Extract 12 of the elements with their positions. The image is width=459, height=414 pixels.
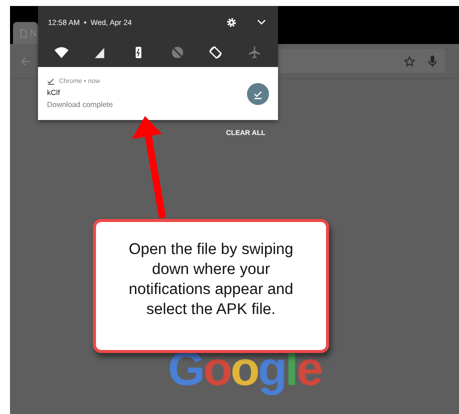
settings-icon[interactable]	[226, 16, 237, 28]
page-icon	[20, 28, 27, 38]
airplane-icon[interactable]	[247, 45, 262, 60]
blocked-circle-icon[interactable]	[170, 45, 185, 60]
download-done-icon[interactable]	[247, 82, 269, 104]
rotate-icon[interactable]	[208, 45, 224, 60]
microphone-icon[interactable]	[428, 54, 437, 68]
wifi-icon[interactable]	[54, 45, 69, 60]
star-icon[interactable]	[404, 56, 415, 66]
chevron-down-icon[interactable]	[257, 19, 266, 25]
callout-text: Open the file by swiping down where your notifications appear and select the APK file.	[128, 240, 294, 320]
download-done-icon	[47, 78, 55, 85]
